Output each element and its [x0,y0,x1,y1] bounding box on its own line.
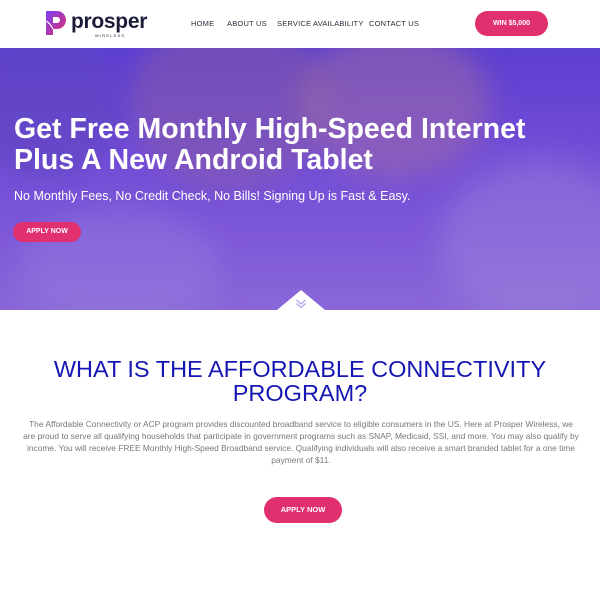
prosper-logo[interactable]: prosper WIRELESS [44,9,148,39]
nav-contact-us[interactable]: CONTACT US [369,19,419,29]
hero-subtitle: No Monthly Fees, No Credit Check, No Bil… [14,189,411,203]
logo-tagline: WIRELESS [95,33,126,38]
nav-service-availability[interactable]: SERVICE AVAILABILITY [277,19,364,29]
scroll-down-tab[interactable] [0,284,600,310]
hero-apply-now-button[interactable]: APPLY NOW [13,222,81,242]
acp-apply-now-button[interactable]: APPLY NOW [264,497,342,523]
hero-title: Get Free Monthly High-Speed Internet Plu… [14,113,526,176]
prosper-logo-icon [45,11,66,35]
site-header: prosper WIRELESS HOME ABOUT US SERVICE A… [0,0,600,48]
acp-section-title: WHAT IS THE AFFORDABLE CONNECTIVITY PROG… [53,356,547,406]
logo-wordmark: prosper [71,10,148,33]
hero-banner: Get Free Monthly High-Speed Internet Plu… [0,48,600,310]
win-5000-button[interactable]: WIN $5,000 [475,11,548,36]
acp-description: The Affordable Connectivity or ACP progr… [23,419,579,465]
nav-home[interactable]: HOME [191,19,214,29]
nav-about-us[interactable]: ABOUT US [227,19,267,29]
